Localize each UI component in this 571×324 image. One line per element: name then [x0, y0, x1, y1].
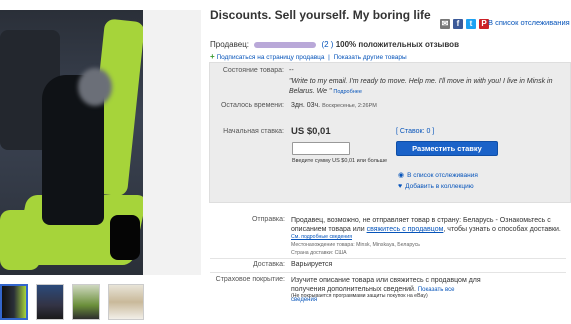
seller-info: Продавец: (2 ) 100% положительных отзыво… — [210, 40, 459, 49]
eye-icon: ◉ — [398, 172, 405, 179]
add-to-watchlist-label: В список отслеживания — [407, 172, 478, 179]
plus-icon: + — [210, 52, 215, 61]
facebook-icon[interactable]: f — [453, 19, 463, 29]
seller-label: Продавец — [210, 40, 247, 49]
add-to-watchlist[interactable]: ◉ В список отслеживания — [398, 171, 478, 179]
contact-seller-link[interactable]: свяжитесь с продавцом — [367, 226, 444, 233]
condition-more-link[interactable]: Подробнее — [333, 89, 362, 95]
starting-bid-price: US $0,01 — [291, 126, 331, 137]
time-left-value: 3дн. 03ч. — [291, 102, 321, 109]
seller-feedback-count[interactable]: (2 ) — [321, 40, 333, 49]
condition-quote: "Write to my email. I'm ready to move. H… — [289, 78, 553, 95]
auction-end-time: Воскресенье, 2:26PM — [322, 103, 377, 109]
time-left: 3дн. 03ч. Воскресенье, 2:26PM — [291, 102, 377, 109]
seller-name-redacted[interactable] — [254, 41, 317, 48]
main-photo[interactable] — [0, 10, 143, 275]
bid-count-link[interactable]: [ Ставок: 0 ] — [396, 128, 434, 135]
condition-value: -- — [289, 67, 294, 74]
share-icons: ✉ f t P — [440, 18, 489, 30]
condition-description: "Write to my email. I'm ready to move. H… — [289, 77, 559, 97]
shipping-label: Отправка: — [251, 216, 285, 223]
shipping-text: Продавец, возможно, не отправляет товар … — [291, 216, 566, 234]
condition-label: Состояние товара: — [222, 67, 284, 74]
thumbnail-4[interactable] — [108, 284, 144, 320]
twitter-icon[interactable]: t — [466, 19, 476, 29]
email-icon[interactable]: ✉ — [440, 19, 450, 29]
starting-bid-label: Начальная ставка: — [223, 128, 284, 135]
photo-gutter — [143, 10, 201, 275]
insurance-text: Изучите описание товара или свяжитесь с … — [291, 276, 481, 305]
add-to-collection[interactable]: ♥ Добавить в коллекцию — [398, 183, 474, 190]
bid-amount-input[interactable] — [292, 142, 350, 155]
add-to-collection-label: Добавить в коллекцию — [405, 183, 474, 190]
thumbnail-2[interactable] — [36, 284, 64, 320]
photo-bag — [110, 215, 140, 260]
insurance-note: (Не покрывается программами защиты покуп… — [291, 293, 428, 299]
delivery-value: Варьируется — [291, 261, 333, 268]
thumbnail-1[interactable] — [0, 284, 28, 320]
thumbnail-3[interactable] — [72, 284, 100, 320]
shipping-text-after: , чтобы узнать о способах доставки. — [443, 226, 561, 233]
item-location: Местонахождение товара: Minsk, Minskaya,… — [291, 242, 420, 248]
listing-title: Discounts. Sell yourself. My boring life — [210, 8, 431, 22]
other-items-link[interactable]: Показать другие товары — [333, 54, 406, 61]
insurance-label: Страховое покрытие: — [215, 276, 285, 283]
photo-seat-left — [0, 210, 40, 270]
ships-to: Страна доставки: США — [291, 250, 347, 256]
bid-hint: Введите сумму US $0,01 или больше — [292, 158, 388, 164]
watchlist-top-link[interactable]: В список отслеживания — [488, 18, 570, 27]
time-left-label: Осталось времени: — [220, 102, 284, 109]
place-bid-button[interactable]: Разместить ставку — [396, 141, 498, 156]
seller-links: + Подписаться на страницу продавца | Пок… — [210, 52, 407, 61]
divider — [210, 272, 566, 273]
thumbnail-strip — [0, 284, 150, 324]
heart-icon: ♥ — [398, 183, 403, 190]
delivery-label: Доставка: — [252, 261, 285, 268]
shipping-details-link[interactable]: См. подробные сведения — [291, 234, 352, 240]
divider — [210, 258, 566, 259]
photo-face-blurred — [78, 68, 112, 106]
subscribe-seller-link[interactable]: Подписаться на страницу продавца — [216, 54, 324, 61]
seller-positive-feedback: 100% положительных отзывов — [335, 40, 459, 49]
